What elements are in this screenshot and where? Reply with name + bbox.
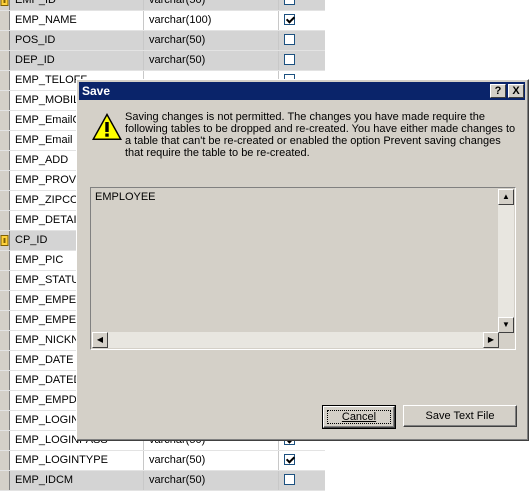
row-header[interactable] [0, 51, 10, 70]
scroll-down-icon[interactable]: ▼ [498, 317, 514, 333]
row-header[interactable] [0, 91, 10, 110]
allow-nulls-checkbox[interactable] [284, 54, 295, 65]
row-header[interactable] [0, 351, 10, 370]
dialog-titlebar[interactable]: Save ? X [79, 82, 525, 100]
cancel-button[interactable]: Cancel [322, 405, 396, 429]
data-type-cell[interactable]: varchar(50) [144, 451, 279, 470]
focus-ring [327, 410, 391, 424]
save-text-file-label: Save Text File [425, 410, 495, 422]
data-type-cell[interactable]: varchar(100) [144, 11, 279, 30]
dialog-message: Saving changes is not permitted. The cha… [125, 111, 516, 159]
help-button[interactable]: ? [490, 84, 506, 98]
row-header[interactable] [0, 171, 10, 190]
allow-nulls-checkbox[interactable] [284, 14, 295, 25]
table-row[interactable]: EMP_IDCM varchar(50) [0, 471, 325, 491]
table-name: EMPLOYEE [95, 191, 156, 203]
save-text-file-button[interactable]: Save Text File [403, 405, 517, 427]
row-header[interactable] [0, 311, 10, 330]
column-name-cell[interactable]: POS_ID [10, 31, 144, 50]
allow-nulls-cell [279, 31, 325, 50]
scroll-up-icon[interactable]: ▲ [498, 189, 514, 205]
allow-nulls-cell [279, 51, 325, 70]
vertical-scrollbar[interactable]: ▲ ▼ [498, 189, 514, 333]
column-name-cell[interactable]: EMP_ID [10, 0, 144, 10]
column-name-cell[interactable]: EMP_LOGINTYPE [10, 451, 144, 470]
column-name-cell[interactable]: EMP_NAME [10, 11, 144, 30]
column-name-cell[interactable]: EMP_IDCM [10, 471, 144, 490]
row-header[interactable] [0, 71, 10, 90]
allow-nulls-cell [279, 471, 325, 490]
allow-nulls-cell [279, 0, 325, 10]
dialog-title: Save [82, 84, 111, 98]
key-icon [0, 0, 9, 6]
row-header[interactable] [0, 251, 10, 270]
data-type-cell[interactable]: varchar(50) [144, 31, 279, 50]
allow-nulls-cell [279, 451, 325, 470]
key-icon [0, 235, 9, 246]
scroll-right-icon[interactable]: ▶ [483, 332, 499, 348]
row-header[interactable] [0, 391, 10, 410]
horizontal-scrollbar[interactable]: ◀ ▶ [92, 332, 499, 348]
table-row[interactable]: POS_ID varchar(50) [0, 31, 325, 51]
data-type-cell[interactable]: varchar(50) [144, 471, 279, 490]
allow-nulls-checkbox[interactable] [284, 34, 295, 45]
row-header[interactable] [0, 31, 10, 50]
row-header[interactable] [0, 231, 10, 250]
row-header[interactable] [0, 131, 10, 150]
column-name-cell[interactable]: DEP_ID [10, 51, 144, 70]
scroll-left-icon[interactable]: ◀ [92, 332, 108, 348]
row-header[interactable] [0, 211, 10, 230]
row-header[interactable] [0, 191, 10, 210]
row-header[interactable] [0, 271, 10, 290]
row-header[interactable] [0, 111, 10, 130]
row-header[interactable] [0, 371, 10, 390]
allow-nulls-checkbox[interactable] [284, 454, 295, 465]
table-row[interactable]: EMP_LOGINTYPE varchar(50) [0, 451, 325, 471]
row-header[interactable] [0, 451, 10, 470]
table-row[interactable]: EMP_NAME varchar(100) [0, 11, 325, 31]
table-row[interactable]: DEP_ID varchar(50) [0, 51, 325, 71]
row-header[interactable] [0, 431, 10, 450]
warning-icon [92, 113, 122, 140]
data-type-cell[interactable]: varchar(50) [144, 0, 279, 10]
allow-nulls-checkbox[interactable] [284, 474, 295, 485]
row-header[interactable] [0, 331, 10, 350]
data-type-cell[interactable]: varchar(50) [144, 51, 279, 70]
tables-list-box[interactable]: EMPLOYEE ▲ ▼ ◀ ▶ [90, 187, 516, 350]
table-row[interactable]: EMP_ID varchar(50) [0, 0, 325, 11]
row-header[interactable] [0, 0, 10, 10]
allow-nulls-checkbox[interactable] [284, 0, 295, 5]
row-header[interactable] [0, 291, 10, 310]
row-header[interactable] [0, 151, 10, 170]
row-header[interactable] [0, 411, 10, 430]
allow-nulls-cell [279, 11, 325, 30]
row-header[interactable] [0, 471, 10, 490]
save-dialog: Save ? X Saving changes is not permitted… [76, 79, 529, 441]
row-header[interactable] [0, 11, 10, 30]
close-button[interactable]: X [508, 84, 524, 98]
